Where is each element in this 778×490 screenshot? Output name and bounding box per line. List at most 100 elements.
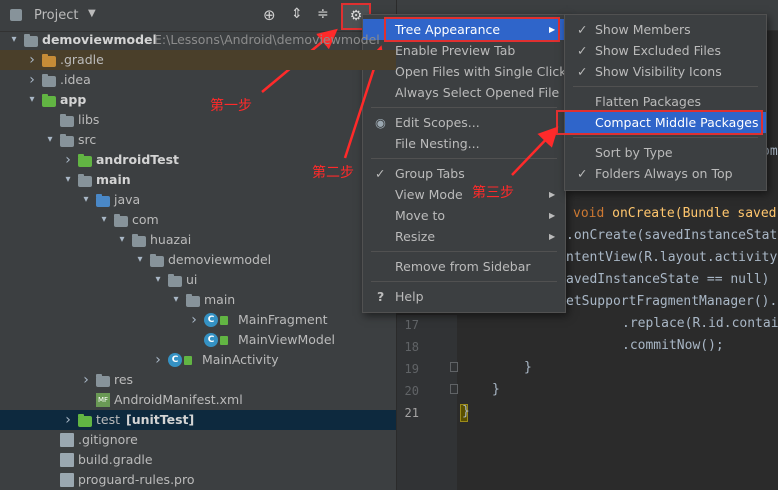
class-icon: C bbox=[204, 333, 218, 347]
chevron-down-icon[interactable]: ▾ bbox=[8, 30, 20, 50]
line-number: 21 bbox=[404, 406, 419, 420]
tree-item[interactable]: › .idea bbox=[0, 70, 396, 90]
arrow-step3 bbox=[511, 126, 559, 176]
tree-item[interactable]: › test [unitTest] bbox=[0, 410, 396, 430]
folder-icon bbox=[150, 254, 164, 267]
tree-item[interactable]: ▾ src bbox=[0, 130, 396, 150]
folder-icon bbox=[24, 34, 38, 47]
chevron-down-icon[interactable]: ▾ bbox=[44, 130, 56, 150]
tree-item-label: src bbox=[78, 132, 97, 147]
folder-icon bbox=[114, 214, 128, 227]
line-number: 17 bbox=[404, 318, 419, 332]
tree-item-label: libs bbox=[78, 112, 100, 127]
manifest-icon: MF bbox=[96, 393, 110, 407]
tree-item-label: demoviewmodel bbox=[168, 252, 272, 267]
tree-item-label: main bbox=[96, 172, 131, 187]
tree-item-label: app bbox=[60, 92, 87, 107]
code-keyword: void bbox=[573, 206, 613, 221]
tree-item[interactable]: build.gradle bbox=[0, 450, 396, 470]
chevron-down-icon[interactable]: ▾ bbox=[98, 210, 110, 230]
chevron-right-icon[interactable]: › bbox=[80, 370, 92, 390]
folder-icon bbox=[78, 154, 92, 167]
tree-item[interactable]: MF AndroidManifest.xml bbox=[0, 390, 396, 410]
folder-icon bbox=[42, 54, 56, 67]
class-icon: C bbox=[204, 313, 218, 327]
tree-item-label: java bbox=[114, 192, 141, 207]
chevron-down-icon[interactable]: ▾ bbox=[134, 250, 146, 270]
chevron-right-icon[interactable]: › bbox=[26, 70, 38, 90]
chevron-right-icon[interactable]: › bbox=[62, 150, 74, 170]
tree-item[interactable]: ▾ main bbox=[0, 290, 396, 310]
code-line: etSupportFragmentManager(). bbox=[566, 294, 778, 309]
chevron-down-icon[interactable]: ▾ bbox=[170, 290, 182, 310]
tree-item-label: test bbox=[96, 412, 121, 427]
annotation-step3: 第三步 bbox=[472, 185, 514, 201]
code-line: ntentView(R.layout.activity bbox=[566, 250, 778, 265]
tree-item[interactable]: C MainViewModel bbox=[0, 330, 396, 350]
lock-icon bbox=[220, 316, 228, 325]
fold-marker-icon[interactable] bbox=[450, 384, 458, 394]
tree-item-label: .gradle bbox=[60, 52, 104, 67]
tree-item[interactable]: › C MainFragment bbox=[0, 310, 396, 330]
code-line: } bbox=[492, 382, 500, 397]
tree-item-label: MainFragment bbox=[238, 312, 328, 327]
code-line: .replace(R.id.contai bbox=[622, 316, 778, 331]
file-icon bbox=[60, 453, 74, 467]
line-number: 20 bbox=[404, 384, 419, 398]
tree-item[interactable]: ▾ com bbox=[0, 210, 396, 230]
tree-item[interactable]: ▾ demoviewmodel E:\Lessons\Android\demovie… bbox=[0, 30, 396, 50]
fold-marker-icon[interactable] bbox=[450, 362, 458, 372]
chevron-down-icon[interactable]: ▾ bbox=[62, 170, 74, 190]
file-icon bbox=[60, 473, 74, 487]
folder-icon bbox=[60, 134, 74, 147]
tree-item-path: E:\Lessons\Android\demoviewmodel bbox=[154, 32, 380, 47]
tree-item[interactable]: › .gradle bbox=[0, 50, 396, 70]
tree-item-label: ui bbox=[186, 272, 198, 287]
chevron-right-icon[interactable]: › bbox=[62, 410, 74, 430]
chevron-down-icon[interactable]: ▾ bbox=[116, 230, 128, 250]
tree-item-label: res bbox=[114, 372, 134, 387]
code-line: .onCreate(savedInstanceStat bbox=[566, 228, 778, 243]
folder-icon bbox=[78, 174, 92, 187]
tree-item-label: proguard-rules.pro bbox=[78, 472, 195, 487]
chevron-down-icon[interactable]: ▾ bbox=[26, 90, 38, 110]
code-method: onCreate(Bundle saved bbox=[612, 206, 777, 221]
code-line: } bbox=[524, 360, 532, 375]
code-line: .commitNow(); bbox=[622, 338, 724, 353]
line-number: 18 bbox=[404, 340, 419, 354]
class-icon: C bbox=[168, 353, 182, 367]
tree-item[interactable]: ▾ huazai bbox=[0, 230, 396, 250]
chevron-right-icon[interactable]: › bbox=[188, 310, 200, 330]
folder-icon bbox=[132, 234, 146, 247]
tree-item[interactable]: › androidTest bbox=[0, 150, 396, 170]
tree-item-label: MainViewModel bbox=[238, 332, 336, 347]
tree-item[interactable]: › C MainActivity bbox=[0, 350, 396, 370]
tree-item[interactable]: ▾ ui bbox=[0, 270, 396, 290]
tree-item-label: build.gradle bbox=[78, 452, 153, 467]
tree-item-label: MainActivity bbox=[202, 352, 279, 367]
tree-item[interactable]: ▾ app bbox=[0, 90, 396, 110]
folder-icon bbox=[42, 94, 56, 107]
chevron-down-icon[interactable]: ▾ bbox=[80, 190, 92, 210]
tree-item[interactable]: .gitignore bbox=[0, 430, 396, 450]
tree-item[interactable]: › res bbox=[0, 370, 396, 390]
tree-item-label: .idea bbox=[60, 72, 91, 87]
tree-item[interactable]: ▾ main bbox=[0, 170, 396, 190]
chevron-down-icon[interactable]: ▾ bbox=[152, 270, 164, 290]
tree-item-label: androidTest bbox=[96, 152, 180, 167]
folder-icon bbox=[96, 374, 110, 387]
tree-item[interactable]: libs bbox=[0, 110, 396, 130]
chevron-right-icon[interactable]: › bbox=[152, 350, 164, 370]
tree-item[interactable]: ▾ java bbox=[0, 190, 396, 210]
tree-item[interactable]: ▾ demoviewmodel bbox=[0, 250, 396, 270]
tree-item[interactable]: proguard-rules.pro bbox=[0, 470, 396, 490]
lock-icon bbox=[220, 336, 228, 345]
tree-item-label: huazai bbox=[150, 232, 192, 247]
folder-icon bbox=[96, 194, 110, 207]
tree-item-label: main bbox=[204, 292, 236, 307]
chevron-right-icon[interactable]: › bbox=[26, 50, 38, 70]
folder-icon bbox=[42, 74, 56, 87]
file-icon bbox=[60, 433, 74, 447]
folder-icon bbox=[186, 294, 200, 307]
folder-icon bbox=[78, 414, 92, 427]
